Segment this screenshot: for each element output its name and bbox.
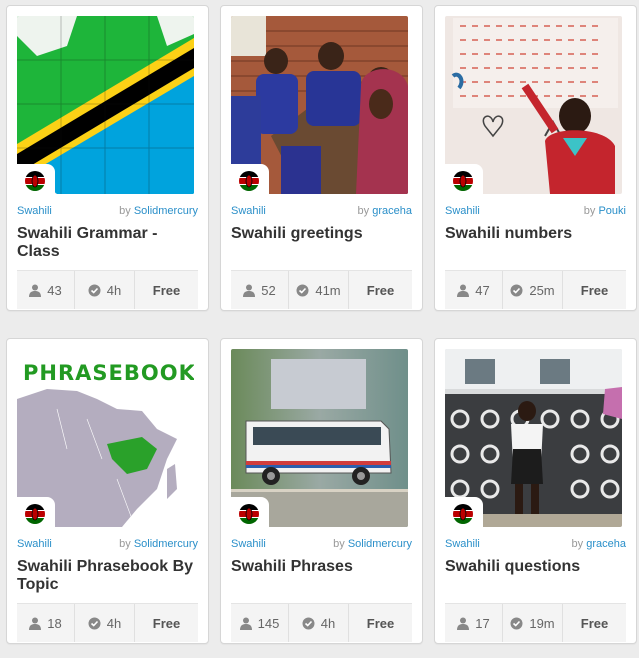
kenya-flag-icon: [25, 171, 45, 191]
course-card[interactable]: Swahili by graceha Swahili greetings 52 …: [220, 5, 423, 311]
learners-count: 43: [17, 271, 75, 309]
kenya-flag-icon: [453, 504, 473, 524]
price: Free: [366, 615, 395, 631]
duration: 4h: [75, 271, 135, 309]
course-title[interactable]: Swahili Phrases: [231, 558, 416, 576]
clock-check-icon: [510, 284, 523, 297]
course-card[interactable]: Swahili by Solidmercury Swahili Grammar …: [6, 5, 209, 311]
by-label: by: [333, 538, 345, 550]
image-caption: PHRASEBOOK: [23, 361, 194, 385]
course-stats: 17 19m Free: [445, 603, 626, 642]
clock-check-icon: [510, 617, 523, 630]
kenya-flag-icon: [239, 504, 259, 524]
author-link[interactable]: Solidmercury: [134, 538, 198, 550]
language-link[interactable]: Swahili: [17, 537, 52, 551]
course-card[interactable]: PHRASEBOOK Swahili by Solidmercury Swahi…: [6, 338, 209, 644]
language-flag: [231, 497, 269, 527]
user-icon: [239, 617, 252, 630]
learners-count: 18: [17, 604, 75, 642]
clock-check-icon: [88, 617, 101, 630]
user-icon: [29, 617, 42, 630]
price: Free: [366, 282, 395, 298]
duration: 4h: [75, 604, 135, 642]
byline: by graceha: [572, 537, 626, 551]
kenya-flag-icon: [239, 171, 259, 191]
author-link[interactable]: Solidmercury: [348, 538, 412, 550]
by-label: by: [119, 538, 131, 550]
course-title[interactable]: Swahili greetings: [231, 225, 416, 243]
clock-check-icon: [88, 284, 101, 297]
by-label: by: [571, 538, 584, 550]
user-icon: [243, 284, 256, 297]
language-link[interactable]: Swahili: [445, 537, 480, 551]
byline: by Pouki: [584, 204, 626, 218]
by-label: by: [357, 205, 370, 217]
kenya-flag-icon: [453, 171, 473, 191]
language-flag: [17, 164, 55, 194]
author-link[interactable]: graceha: [586, 538, 626, 550]
price: Free: [152, 615, 181, 631]
kenya-flag-icon: [25, 504, 45, 524]
author-link[interactable]: Pouki: [598, 205, 626, 217]
learners-count: 145: [231, 604, 289, 642]
duration: 4h: [289, 604, 349, 642]
byline: by graceha: [358, 204, 412, 218]
course-stats: 47 25m Free: [445, 270, 626, 309]
price: Free: [580, 282, 609, 298]
language-link[interactable]: Swahili: [445, 204, 480, 218]
language-flag: [445, 164, 483, 194]
language-link[interactable]: Swahili: [231, 204, 266, 218]
user-icon: [29, 284, 42, 297]
user-icon: [457, 284, 470, 297]
language-flag: [231, 164, 269, 194]
language-flag: [17, 497, 55, 527]
learners-count: 52: [231, 271, 289, 309]
clock-check-icon: [296, 284, 309, 297]
duration: 19m: [503, 604, 563, 642]
course-card[interactable]: Swahili by Solidmercury Swahili Phrases …: [220, 338, 423, 644]
course-stats: 18 4h Free: [17, 603, 198, 642]
byline: by Solidmercury: [333, 537, 412, 551]
course-title[interactable]: Swahili questions: [445, 558, 630, 576]
author-link[interactable]: graceha: [372, 205, 412, 217]
course-card[interactable]: Swahili by Pouki Swahili numbers 47 25m …: [434, 5, 637, 311]
user-icon: [457, 617, 470, 630]
course-stats: 145 4h Free: [231, 603, 412, 642]
price: Free: [152, 282, 181, 298]
language-flag: [445, 497, 483, 527]
course-card[interactable]: Swahili by graceha Swahili questions 17 …: [434, 338, 637, 644]
course-stats: 52 41m Free: [231, 270, 412, 309]
learners-count: 47: [445, 271, 503, 309]
duration: 41m: [289, 271, 349, 309]
by-label: by: [119, 205, 131, 217]
course-title[interactable]: Swahili Phrasebook By Topic: [17, 558, 202, 594]
course-stats: 43 4h Free: [17, 270, 198, 309]
duration: 25m: [503, 271, 563, 309]
clock-check-icon: [302, 617, 315, 630]
byline: by Solidmercury: [119, 204, 198, 218]
author-link[interactable]: Solidmercury: [134, 205, 198, 217]
price: Free: [580, 615, 609, 631]
byline: by Solidmercury: [119, 537, 198, 551]
learners-count: 17: [445, 604, 503, 642]
course-title[interactable]: Swahili Grammar - Class: [17, 225, 202, 261]
by-label: by: [583, 205, 596, 217]
language-link[interactable]: Swahili: [231, 537, 266, 551]
language-link[interactable]: Swahili: [17, 204, 52, 218]
course-title[interactable]: Swahili numbers: [445, 225, 630, 243]
